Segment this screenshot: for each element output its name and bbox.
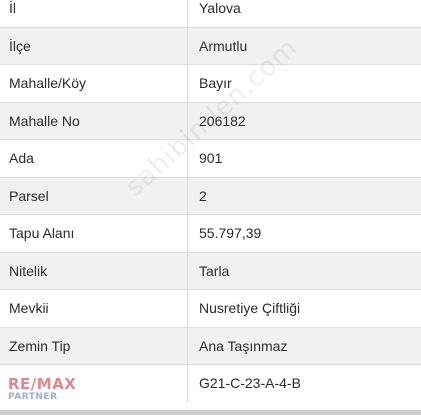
value-ada: 901 <box>199 150 223 167</box>
row-pafta: G21-C-23-A-4-B <box>0 364 421 402</box>
label-tapu-alani: Tapu Alanı <box>0 215 188 252</box>
row-ilce: İlçe Armutlu <box>0 26 421 64</box>
value-tapu-alani: 55.797,39 <box>199 225 262 242</box>
value-parsel: 2 <box>199 187 207 204</box>
label-parsel: Parsel <box>0 177 188 214</box>
value-nitelik: Tarla <box>199 262 230 279</box>
value-zemin-tip: Ana Taşınmaz <box>199 337 288 354</box>
value-mevkii: Nusretiye Çiftliği <box>199 300 301 317</box>
value-mahalle-no: 206182 <box>199 112 246 129</box>
label-zemin-tip: Zemin Tip <box>0 327 188 364</box>
row-mahalle-no: Mahalle No 206182 <box>0 101 421 139</box>
row-parsel: Parsel 2 <box>0 176 421 214</box>
parcel-info-table: İl Yalova İlçe Armutlu Mahalle/Köy Bayır… <box>0 0 421 402</box>
row-mahalle-koy: Mahalle/Köy Bayır <box>0 64 421 102</box>
row-tapu-alani: Tapu Alanı 55.797,39 <box>0 214 421 252</box>
row-nitelik: Nitelik Tarla <box>0 251 421 289</box>
value-il: Yalova <box>199 0 241 16</box>
value-ilce: Armutlu <box>199 37 248 54</box>
label-pafta <box>0 365 188 402</box>
value-mahalle-koy: Bayır <box>199 75 232 92</box>
label-mahalle-no: Mahalle No <box>0 102 188 139</box>
bottom-bar <box>0 410 421 415</box>
value-pafta: G21-C-23-A-4-B <box>199 375 301 392</box>
label-mevkii: Mevkii <box>0 290 188 327</box>
row-mevkii: Mevkii Nusretiye Çiftliği <box>0 289 421 327</box>
row-il: İl Yalova <box>0 0 421 27</box>
label-mahalle-koy: Mahalle/Köy <box>0 65 188 102</box>
label-ilce: İlçe <box>0 27 188 64</box>
label-ada: Ada <box>0 140 188 177</box>
row-zemin-tip: Zemin Tip Ana Taşınmaz <box>0 326 421 364</box>
label-il: İl <box>0 0 188 27</box>
row-ada: Ada 901 <box>0 139 421 177</box>
label-nitelik: Nitelik <box>0 252 188 289</box>
